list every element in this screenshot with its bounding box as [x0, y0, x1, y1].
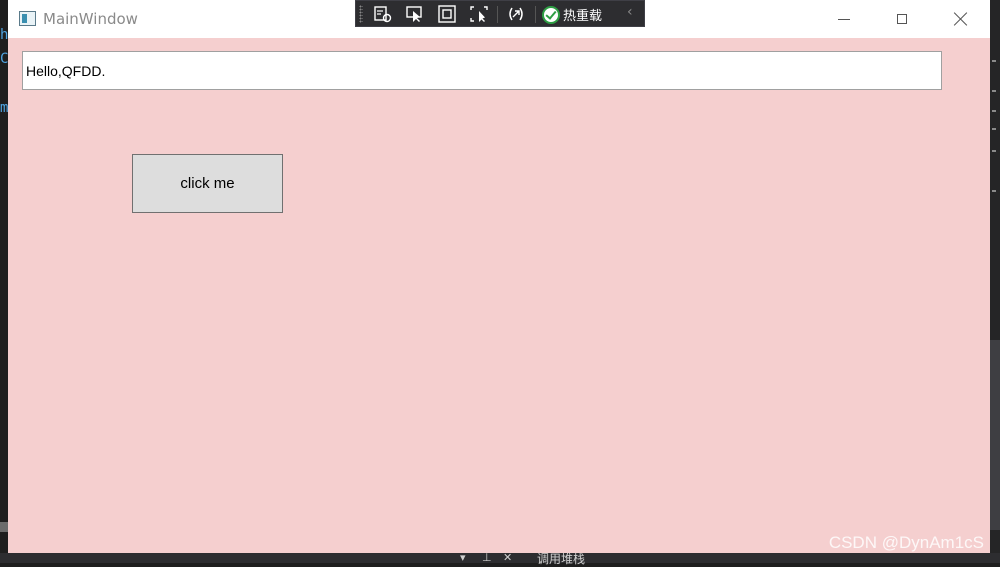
- xaml-debug-toolbar: 热重载 ‹: [355, 0, 645, 27]
- toolbar-grip[interactable]: [359, 5, 363, 23]
- display-layout-adorners-icon[interactable]: [437, 5, 457, 23]
- maximize-button[interactable]: [873, 0, 931, 38]
- minimap-tick: [992, 128, 996, 130]
- window-title: MainWindow: [43, 10, 138, 28]
- minimap-tick: [992, 90, 996, 92]
- live-visual-tree-icon[interactable]: [373, 5, 393, 23]
- app-window-icon: [19, 11, 36, 26]
- check-icon: [542, 5, 560, 24]
- minimap-tick: [992, 110, 996, 112]
- minimap-tick: [992, 60, 996, 62]
- track-focused-element-icon[interactable]: [469, 5, 489, 23]
- close-icon: [954, 12, 968, 26]
- watermark: CSDN @DynAm1cS: [828, 533, 984, 552]
- minimap-tick: [992, 150, 996, 152]
- maximize-icon: [897, 14, 907, 24]
- hot-reload-label: 热重载: [563, 9, 603, 24]
- minimize-icon: [838, 18, 850, 20]
- ide-background-right: [990, 0, 1000, 563]
- ide-scrollbar[interactable]: [990, 340, 1000, 530]
- minimap-tick: [992, 190, 996, 192]
- toolbar-separator: [497, 6, 498, 23]
- collapse-toolbar-icon[interactable]: ‹: [627, 4, 633, 20]
- click-me-button[interactable]: click me: [132, 154, 283, 213]
- toolbar-separator: [535, 6, 536, 23]
- main-window: MainWindow click me CSDN @DynAm1cS: [8, 0, 990, 553]
- minimize-button[interactable]: [815, 0, 873, 38]
- close-button[interactable]: [932, 0, 990, 38]
- binding-failures-icon[interactable]: [506, 5, 526, 23]
- select-element-icon[interactable]: [405, 5, 425, 23]
- message-textbox[interactable]: [22, 51, 942, 90]
- hot-reload-button[interactable]: 热重载: [542, 4, 602, 25]
- ide-bottom-panel: ▾ ⊥ ✕ 调用堆栈: [0, 551, 1000, 566]
